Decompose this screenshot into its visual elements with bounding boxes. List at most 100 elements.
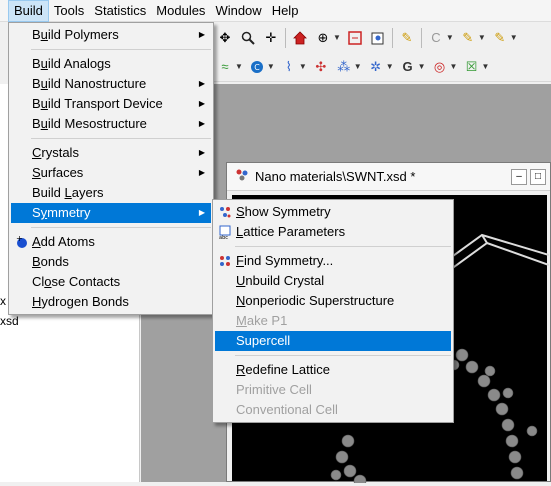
submenu-item-lattice-parameters[interactable]: abc Lattice Parameters [215,222,451,242]
document-title: Nano materials\SWNT.xsd * [255,169,416,184]
menu-separator [235,246,451,247]
chevron-down-icon[interactable]: ▼ [478,33,486,42]
submenu-item-supercell[interactable]: Supercell [215,331,451,351]
submenu-item-make-p1: Make P1 [215,311,451,331]
menu-item-bonds[interactable]: Bonds [11,252,211,272]
menu-item-build-mesostructure[interactable]: Build Mesostructure ▶ [11,114,211,134]
submenu-item-primitive-cell: Primitive Cell [215,380,451,400]
chevron-down-icon[interactable]: ▼ [510,33,518,42]
chevron-down-icon[interactable]: ▼ [481,62,489,71]
submenu-item-conventional-cell: Conventional Cell [215,400,451,420]
center-icon[interactable]: ⊕ [314,29,332,47]
menu-item-build-analogs[interactable]: Build Analogs [11,54,211,74]
chevron-down-icon[interactable]: ▼ [267,62,275,71]
menu-item-label: Surfaces [32,165,84,180]
menu-item-hydrogen-bonds[interactable]: Hydrogen Bonds [11,292,211,312]
menu-item-surfaces[interactable]: Surfaces ▶ [11,163,211,183]
build-menu: Build Polymers ▶ Build Analogs Build Nanost… [8,22,214,315]
submenu-item-unbuild-crystal[interactable]: Unbuild Crystal [215,271,451,291]
chevron-right-icon: ▶ [198,168,205,177]
menu-item-label: Build Nanostructure [32,76,147,91]
submenu-item-show-symmetry[interactable]: Show Symmetry [215,202,451,222]
menu-item-build-polymers[interactable]: Build Polymers ▶ [11,25,211,45]
translate-icon[interactable]: ✛ [262,29,280,47]
tree-item[interactable]: x [0,294,6,308]
menu-item-build-transport-device[interactable]: Build Transport Device ▶ [11,94,211,114]
structure-icon [235,168,249,185]
home-icon[interactable] [291,29,309,47]
menu-window[interactable]: Window [210,0,266,22]
menu-item-add-atoms[interactable]: + Add Atoms [11,232,211,252]
menu-separator [235,355,451,356]
display-style-icon[interactable] [369,29,387,47]
symmetry-submenu: Show Symmetry abc Lattice Parameters Find S… [212,199,454,423]
chevron-down-icon[interactable]: ▼ [299,62,307,71]
move-icon[interactable]: ✥ [216,29,234,47]
lattice-icon[interactable]: ⌇ [280,58,298,76]
menu-statistics[interactable]: Statistics [89,0,151,22]
menu-bar: Build Tools Statistics Modules Window Help [0,0,551,22]
submenu-item-nonperiodic-superstructure[interactable]: Nonperiodic Superstructure [215,291,451,311]
menu-item-label: Lattice Parameters [236,224,346,239]
chevron-down-icon[interactable]: ▼ [354,62,362,71]
toolbar-separator [420,27,422,48]
color-icon[interactable]: C [248,58,266,76]
menu-item-label: Hydrogen Bonds [32,294,129,309]
molecule-icon[interactable]: ✣ [312,58,330,76]
menu-item-label: Symmetry [32,205,91,220]
zoom-icon[interactable] [239,29,257,47]
lattice-parameters-icon: abc [218,225,232,241]
show-symmetry-icon [218,205,232,219]
cluster-icon[interactable]: G [399,58,417,76]
menu-help[interactable]: Help [267,0,304,22]
menu-item-label: Show Symmetry [236,204,331,219]
gradient-icon[interactable]: ✲ [367,58,385,76]
chevron-down-icon[interactable]: ▼ [333,33,341,42]
menu-item-label: Crystals [32,145,79,160]
menu-separator [31,49,211,50]
svg-text:+: + [16,235,23,243]
chevron-down-icon[interactable]: ▼ [386,62,394,71]
bond-icon[interactable]: ✎ [459,29,477,47]
menu-item-label: Close Contacts [32,274,121,289]
fit-icon[interactable] [346,29,364,47]
pen-icon[interactable]: ✎ [491,29,509,47]
menu-item-label: Build Mesostructure [32,116,147,131]
menu-item-close-contacts[interactable]: Close Contacts [11,272,211,292]
svg-text:abc: abc [219,235,228,239]
symmetry-icon[interactable]: ⁂ [335,58,353,76]
menu-separator [31,227,211,228]
menu-item-symmetry[interactable]: Symmetry ▶ [11,203,211,223]
maximize-button[interactable]: □ [530,169,546,185]
chevron-down-icon[interactable]: ▼ [446,33,454,42]
toolbar-build: ≈ ▼ C ▼ ⌇ ▼ ✣ ⁂ ▼ ✲ ▼ G ▼ ◎ ▼ ☒ ▼ [212,52,551,82]
minimize-button[interactable]: – [511,169,527,185]
chevron-down-icon[interactable]: ▼ [450,62,458,71]
chevron-right-icon: ▶ [198,79,205,88]
submenu-item-find-symmetry[interactable]: Find Symmetry... [215,251,451,271]
tree-item[interactable]: xsd [0,314,19,328]
chevron-down-icon[interactable]: ▼ [235,62,243,71]
sketch-pencil-icon[interactable]: ✎ [398,29,416,47]
menu-modules[interactable]: Modules [151,0,210,22]
menu-item-label: Find Symmetry... [236,253,334,268]
chevron-down-icon[interactable]: ▼ [418,62,426,71]
wave-icon[interactable]: ≈ [216,58,234,76]
target-icon[interactable]: ◎ [431,58,449,76]
menu-item-build-layers[interactable]: Build Layers [11,183,211,203]
element-selector[interactable]: C [427,29,445,47]
menu-item-build-nanostructure[interactable]: Build Nanostructure ▶ [11,74,211,94]
menu-build[interactable]: Build [8,0,49,22]
chevron-right-icon: ▶ [198,30,205,39]
kink-icon[interactable]: ☒ [462,58,480,76]
chevron-right-icon: ▶ [198,119,205,128]
menu-item-label: Redefine Lattice [236,362,330,377]
menu-item-label: Supercell [236,333,291,348]
chevron-right-icon: ▶ [198,99,205,108]
document-titlebar[interactable]: Nano materials\SWNT.xsd * [227,163,550,191]
toolbar-view: ✥ ✛ ⊕ ▼ ✎ C ▼ ✎ ▼ ✎ ▼ [212,23,551,53]
menu-item-crystals[interactable]: Crystals ▶ [11,143,211,163]
menu-tools[interactable]: Tools [49,0,89,22]
menu-item-label: Conventional Cell [236,402,338,417]
submenu-item-redefine-lattice[interactable]: Redefine Lattice [215,360,451,380]
